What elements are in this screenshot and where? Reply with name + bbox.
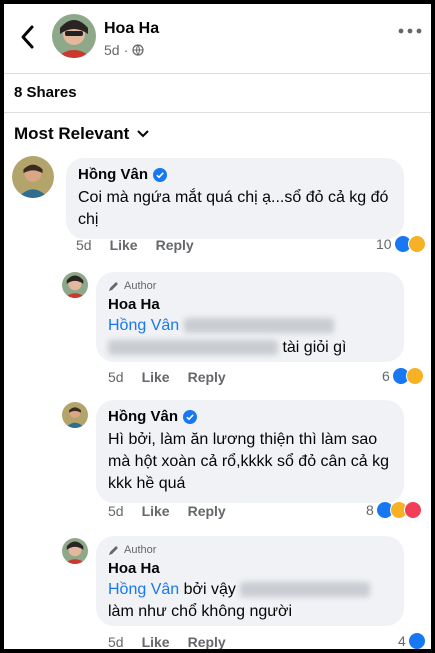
comment-time[interactable]: 5d: [108, 503, 124, 519]
comment-time[interactable]: 5d: [108, 634, 124, 649]
comment-text: Coi mà ngứa mắt quá chị ạ...sổ đỏ cả kg …: [78, 189, 389, 228]
author-badge: Author: [108, 544, 392, 556]
comment-text: Hồng Vân bởi vậy: [108, 579, 392, 601]
reply-button[interactable]: Reply: [188, 503, 226, 519]
commenter-name[interactable]: Hồng Vân: [108, 408, 178, 425]
comment-text-mid: bởi vậy: [183, 581, 236, 598]
verified-icon: [153, 167, 167, 182]
love-reaction-icon: [403, 501, 422, 519]
comment-text: Hì bởi, làm ăn lương thiện thì làm sao m…: [108, 431, 390, 492]
comment-actions: 5d Like Reply: [76, 237, 194, 253]
comment-author[interactable]: Hồng Vân: [108, 408, 392, 425]
post-header: Hoa Ha 5d ·: [4, 4, 431, 74]
blurred-text: [240, 582, 371, 598]
like-button[interactable]: Like: [142, 634, 170, 649]
reply-button[interactable]: Reply: [156, 237, 194, 253]
commenter-avatar[interactable]: [62, 272, 88, 298]
comment-text: làm như chổ không người: [108, 603, 293, 620]
reaction-count: 8: [366, 502, 374, 518]
comment-author[interactable]: Hoa Ha: [108, 296, 392, 313]
sort-dropdown[interactable]: Most Relevant: [14, 124, 149, 144]
verified-icon: [183, 409, 197, 424]
post-time[interactable]: 5d: [104, 42, 120, 58]
comment-actions: 5d Like Reply: [108, 503, 226, 519]
reaction-count: 10: [376, 236, 392, 252]
sort-label: Most Relevant: [14, 124, 130, 143]
reaction-summary[interactable]: 8: [366, 501, 422, 519]
pen-icon: [109, 545, 118, 555]
comment-bubble: Author Hoa Ha Hồng Vân tài giỏi gì: [96, 272, 404, 362]
comment-bubble: Hồng Vân Hì bởi, làm ăn lương thiện thì …: [96, 400, 404, 503]
dot-separator: ·: [123, 42, 129, 58]
post-meta: 5d ·: [104, 42, 144, 58]
author-badge: Author: [108, 280, 392, 292]
mention-link[interactable]: Hồng Vân: [108, 317, 179, 334]
shares-count[interactable]: 8 Shares: [14, 84, 77, 101]
mention-link[interactable]: Hồng Vân: [108, 581, 179, 598]
pen-icon: [109, 281, 118, 291]
reply-button[interactable]: Reply: [188, 634, 226, 649]
blurred-text: [108, 340, 278, 356]
like-button[interactable]: Like: [142, 503, 170, 519]
comment-text-end: tài giỏi gì: [282, 339, 347, 356]
like-reaction-icon: [407, 632, 426, 649]
blurred-text: [183, 318, 334, 334]
comments-screen: Hoa Ha 5d · 8 Shares Most Relevant Hồng …: [4, 4, 431, 649]
divider: [4, 112, 431, 113]
haha-reaction-icon: [405, 367, 424, 385]
comment-author[interactable]: Hoa Ha: [108, 560, 392, 577]
comment-bubble: Author Hoa Ha Hồng Vân bởi vậy làm như c…: [96, 536, 404, 626]
comment-actions: 5d Like Reply: [108, 369, 226, 385]
comment-author[interactable]: Hồng Vân: [78, 166, 392, 183]
author-name[interactable]: Hoa Ha: [104, 20, 159, 38]
comment-text: Hồng Vân: [108, 315, 392, 337]
comment-actions: 5d Like Reply: [108, 634, 226, 649]
haha-reaction-icon: [407, 235, 426, 253]
comment-time[interactable]: 5d: [76, 237, 92, 253]
reaction-summary[interactable]: 6: [382, 367, 424, 385]
commenter-name[interactable]: Hồng Vân: [78, 166, 148, 183]
commenter-avatar[interactable]: [12, 156, 54, 198]
back-arrow-icon[interactable]: [16, 22, 40, 52]
reaction-count: 6: [382, 368, 390, 384]
like-button[interactable]: Like: [142, 369, 170, 385]
author-badge-label: Author: [124, 280, 157, 292]
globe-icon: [132, 44, 144, 56]
like-button[interactable]: Like: [110, 237, 138, 253]
more-options-icon[interactable]: [397, 26, 423, 36]
chevron-down-icon: [137, 130, 149, 138]
comment-time[interactable]: 5d: [108, 369, 124, 385]
commenter-avatar[interactable]: [62, 402, 88, 428]
author-badge-label: Author: [124, 544, 157, 556]
author-avatar[interactable]: [52, 14, 96, 58]
comment-text: tài giỏi gì: [108, 337, 392, 359]
comment-bubble: Hồng Vân Coi mà ngứa mắt quá chị ạ...sổ …: [66, 158, 404, 239]
reaction-summary[interactable]: 10: [376, 235, 426, 253]
reaction-count: 4: [398, 633, 406, 649]
commenter-avatar[interactable]: [62, 538, 88, 564]
reply-button[interactable]: Reply: [188, 369, 226, 385]
reaction-summary[interactable]: 4: [398, 632, 426, 649]
